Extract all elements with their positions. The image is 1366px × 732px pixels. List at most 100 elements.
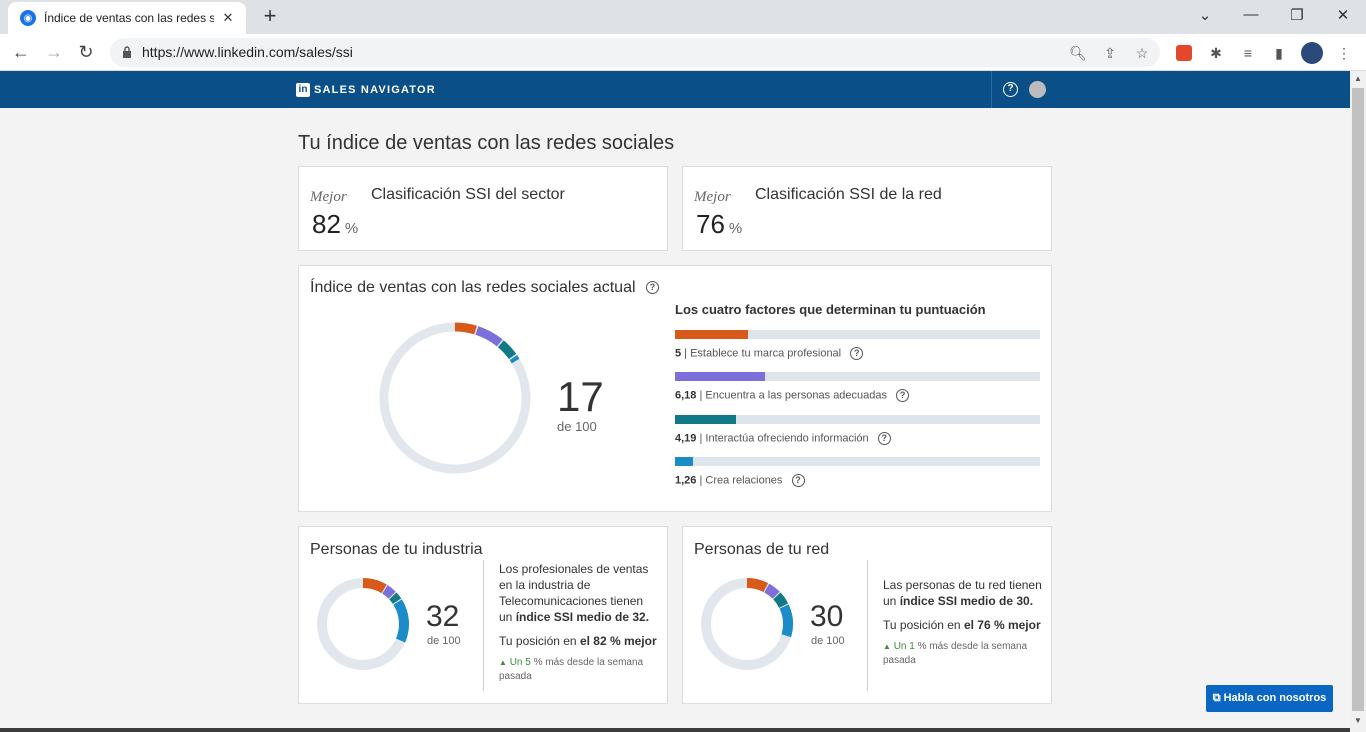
reload-icon[interactable]: ↻: [74, 41, 98, 65]
industry-trend: ▲ Un 5 % más desde la semana pasada: [499, 657, 644, 682]
back-icon[interactable]: ←: [9, 41, 33, 65]
sales-navigator-header: in SALES NAVIGATOR ?: [0, 71, 1350, 108]
network-donut-chart: [701, 578, 793, 670]
industry-rank-label: Clasificación SSI del sector: [371, 186, 565, 203]
trend-up-icon: ▲: [883, 642, 891, 651]
forward-icon[interactable]: →: [42, 41, 66, 65]
page-title: Tu índice de ventas con las redes social…: [298, 132, 675, 154]
new-tab-button[interactable]: +: [258, 5, 282, 29]
extensions-puzzle-icon[interactable]: ✱: [1205, 42, 1227, 64]
profile-avatar[interactable]: [1301, 42, 1323, 64]
network-rank-line: Tu posición en el 76 % mejor: [883, 618, 1041, 632]
donut-segment: [362, 578, 387, 594]
page-scrollbar[interactable]: ▲ ▼: [1350, 71, 1366, 732]
close-window-button[interactable]: ✕: [1331, 6, 1355, 26]
network-score: 30: [810, 600, 844, 633]
network-rank-value: 76%: [696, 209, 743, 239]
close-icon[interactable]: ✕: [220, 10, 236, 26]
user-avatar[interactable]: [1029, 81, 1046, 98]
factor-bar-fill: [675, 372, 766, 381]
ssi-score: 17: [557, 373, 604, 420]
address-bar[interactable]: https://www.linkedin.com/sales/ssi 🔍︎ ⇪ …: [110, 38, 1160, 67]
brand-label[interactable]: SALES NAVIGATOR: [314, 84, 436, 96]
side-panel-icon[interactable]: ▮: [1268, 42, 1290, 64]
help-icon[interactable]: ?: [850, 347, 864, 360]
factor-bar-fill: [675, 415, 737, 424]
browser-tabstrip: ◉ Índice de ventas con las redes so ✕ + …: [0, 0, 1366, 34]
taskbar-strip: [0, 728, 1350, 732]
factor-label: 1,26 | Crea relaciones ?: [675, 474, 805, 487]
industry-rank-value: 82%: [312, 209, 359, 239]
network-title: Personas de tu red: [694, 541, 830, 558]
network-rank-label: Clasificación SSI de la red: [755, 186, 942, 203]
donut-segment: [475, 326, 503, 347]
ssi-donut-chart: [379, 322, 531, 474]
industry-rank-card: Mejor Clasificación SSI del sector 82%: [298, 166, 668, 251]
factor-label: 5 | Establece tu marca profesional ?: [675, 347, 864, 360]
donut-segment: [389, 592, 402, 604]
minimize-button[interactable]: —: [1239, 6, 1263, 26]
industry-divider: [483, 560, 484, 691]
linkedin-logo[interactable]: in: [296, 83, 310, 97]
industry-donut-chart: [317, 578, 409, 670]
donut-segment: [779, 604, 793, 638]
donut-segment: [764, 583, 780, 599]
bookmark-star-icon[interactable]: ☆: [1132, 43, 1152, 63]
best-label: Mejor: [310, 189, 347, 205]
factor-bar-track: [675, 415, 1040, 424]
donut-segment: [773, 592, 789, 608]
factor-bar-fill: [675, 330, 748, 339]
help-icon[interactable]: ?: [791, 474, 805, 487]
industry-description: Los profesionales de ventas en la indust…: [499, 562, 650, 624]
scroll-up-icon[interactable]: ▲: [1354, 74, 1362, 83]
help-icon[interactable]: ?: [877, 432, 891, 445]
lock-icon: [123, 46, 131, 58]
factor-bar-fill: [675, 457, 694, 466]
donut-segment: [509, 355, 520, 364]
zoom-icon[interactable]: 🔍︎: [1068, 43, 1088, 63]
header-divider: [991, 71, 992, 108]
scroll-down-icon[interactable]: ▼: [1354, 716, 1362, 725]
browser-tab[interactable]: ◉ Índice de ventas con las redes so ✕: [8, 2, 246, 34]
url-text: https://www.linkedin.com/sales/ssi: [142, 44, 353, 60]
donut-segment: [393, 599, 409, 643]
compass-icon: ◉: [20, 10, 36, 26]
trend-up-icon: ▲: [499, 658, 507, 667]
factor-bar-track: [675, 330, 1040, 339]
tab-title: Índice de ventas con las redes so: [44, 11, 214, 25]
extension-red-icon[interactable]: [1173, 42, 1195, 64]
menu-kebab-icon[interactable]: ⋮: [1333, 42, 1355, 64]
restore-button[interactable]: ❐: [1285, 6, 1309, 26]
industry-rank-line: Tu posición en el 82 % mejor: [499, 634, 657, 648]
network-divider: [867, 560, 868, 691]
factor-label: 6,18 | Encuentra a las personas adecuada…: [675, 389, 910, 402]
current-ssi-title: Índice de ventas con las redes sociales …: [310, 279, 659, 297]
help-icon[interactable]: ?: [896, 389, 910, 402]
chat-with-us-button[interactable]: ⧉ Habla con nosotros: [1206, 685, 1333, 712]
donut-segment: [746, 578, 769, 593]
network-rank-card: Mejor Clasificación SSI de la red 76%: [682, 166, 1052, 251]
help-icon[interactable]: ?: [645, 281, 659, 295]
donut-segment: [382, 585, 396, 599]
industry-title: Personas de tu industria: [310, 541, 483, 558]
factor-bar-track: [675, 372, 1040, 381]
industry-score: 32: [426, 600, 460, 633]
donut-segment: [497, 340, 517, 360]
best-label: Mejor: [694, 189, 731, 205]
tab-search-icon[interactable]: ⌄: [1193, 6, 1217, 26]
network-description: Las personas de tu red tienen un índice …: [883, 578, 1042, 608]
media-control-icon[interactable]: ≡: [1237, 42, 1259, 64]
share-icon[interactable]: ⇪: [1100, 43, 1120, 63]
browser-toolbar: ← → ↻ https://www.linkedin.com/sales/ssi…: [0, 34, 1366, 71]
factors-title: Los cuatro factores que determinan tu pu…: [675, 302, 986, 317]
factor-bar-track: [675, 457, 1040, 466]
donut-segment: [454, 322, 477, 335]
help-icon[interactable]: ?: [1003, 82, 1018, 97]
network-out-of: de 100: [811, 635, 845, 647]
network-trend: ▲ Un 1 % más desde la semana pasada: [883, 641, 1028, 666]
chat-icon: ⧉: [1212, 692, 1221, 704]
factor-label: 4,19 | Interactúa ofreciendo información…: [675, 432, 891, 445]
scroll-thumb[interactable]: [1352, 88, 1364, 711]
ssi-out-of: de 100: [557, 419, 597, 434]
industry-out-of: de 100: [427, 635, 461, 647]
